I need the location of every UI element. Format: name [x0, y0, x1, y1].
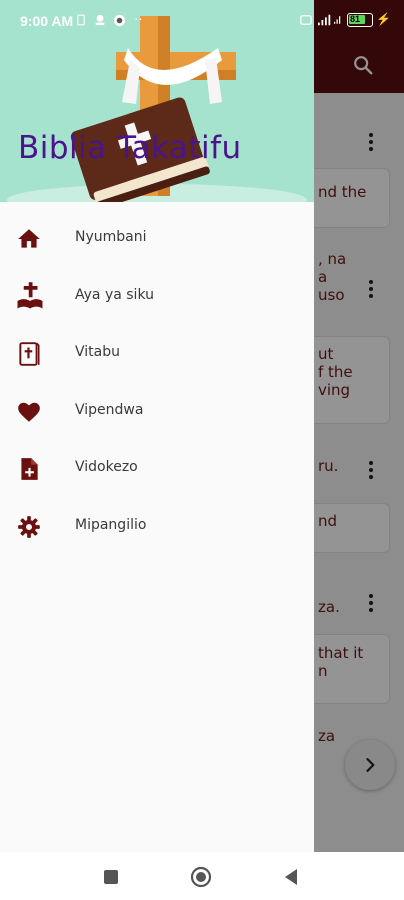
navigation-drawer: Biblia Takatifu Nyumbani Aya ya siku Vit…	[0, 0, 314, 852]
bible-cross-icon	[17, 282, 43, 309]
menu-label: Nyumbani	[75, 229, 147, 245]
menu-label: Vipendwa	[75, 402, 144, 418]
menu-label: Vidokezo	[75, 459, 138, 475]
status-bar: 9:00 AM ·· 81 ⚡	[0, 0, 404, 42]
battery-level: 81	[350, 14, 361, 24]
menu-label: Aya ya siku	[75, 287, 154, 303]
menu-item-mipangilio[interactable]: Mipangilio	[0, 498, 314, 554]
signal-icon	[318, 14, 331, 26]
home-icon	[18, 229, 40, 248]
menu-item-vipendwa[interactable]: Vipendwa	[0, 383, 314, 439]
system-nav-bar	[0, 852, 404, 900]
drawer-title: Biblia Takatifu	[18, 130, 242, 166]
menu-item-vitabu[interactable]: Vitabu	[0, 325, 314, 381]
heart-icon	[18, 402, 40, 422]
recents-button[interactable]	[100, 866, 122, 888]
notification-icon	[95, 14, 105, 26]
sim-icon	[77, 14, 85, 26]
status-time: 9:00 AM	[20, 13, 74, 29]
back-button[interactable]	[280, 866, 302, 888]
charging-icon: ⚡	[376, 12, 391, 26]
menu-label: Vitabu	[75, 344, 120, 360]
book-cross-icon	[19, 342, 40, 366]
menu-item-aya-ya-siku[interactable]: Aya ya siku	[0, 268, 314, 324]
gear-icon	[18, 516, 40, 538]
alarm-icon	[300, 15, 312, 25]
home-button[interactable]	[190, 866, 212, 888]
signal-2-icon	[334, 16, 341, 24]
whatsapp-icon	[113, 14, 126, 27]
menu-item-vidokezo[interactable]: Vidokezo	[0, 440, 314, 496]
battery-icon: 81	[347, 13, 373, 27]
menu-item-nyumbani[interactable]: Nyumbani	[0, 210, 314, 266]
note-add-icon	[21, 458, 38, 480]
more-notifications-icon: ··	[134, 11, 143, 26]
menu-label: Mipangilio	[75, 517, 147, 533]
